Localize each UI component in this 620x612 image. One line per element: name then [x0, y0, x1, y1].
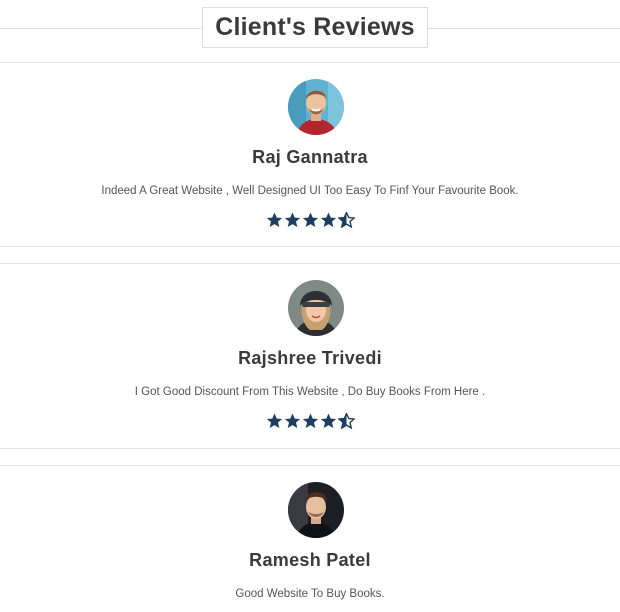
reviewer-name: Rajshree Trivedi: [238, 348, 382, 368]
star-full-icon: [284, 413, 301, 429]
section-heading: Client's Reviews: [0, 0, 620, 52]
review-card: Ramesh Patel Good Website To Buy Books.: [0, 465, 620, 612]
section-title: Client's Reviews: [202, 7, 428, 48]
reviewer-avatar: [288, 79, 344, 135]
review-text: Good Website To Buy Books.: [235, 588, 385, 600]
reviewer-name: Raj Gannatra: [252, 147, 368, 167]
star-rating: [0, 212, 620, 228]
star-half-icon: [337, 413, 355, 429]
reviews-page: Client's Reviews Raj Gannatra Indeed A G…: [0, 0, 620, 612]
star-half-icon: [337, 212, 355, 228]
reviewer-avatar: [288, 482, 344, 538]
review-card: Raj Gannatra Indeed A Great Website , We…: [0, 62, 620, 247]
reviewer-avatar: [288, 280, 344, 336]
star-full-icon: [266, 212, 283, 228]
review-card: Rajshree Trivedi I Got Good Discount Fro…: [0, 263, 620, 449]
star-full-icon: [302, 212, 319, 228]
star-full-icon: [302, 413, 319, 429]
star-full-icon: [320, 212, 337, 228]
review-text: Indeed A Great Website , Well Designed U…: [101, 185, 519, 197]
star-full-icon: [266, 413, 283, 429]
review-text: I Got Good Discount From This Website , …: [134, 386, 486, 398]
reviewer-name: Ramesh Patel: [249, 550, 371, 570]
star-rating: [0, 413, 620, 429]
star-full-icon: [284, 212, 301, 228]
star-full-icon: [320, 413, 337, 429]
